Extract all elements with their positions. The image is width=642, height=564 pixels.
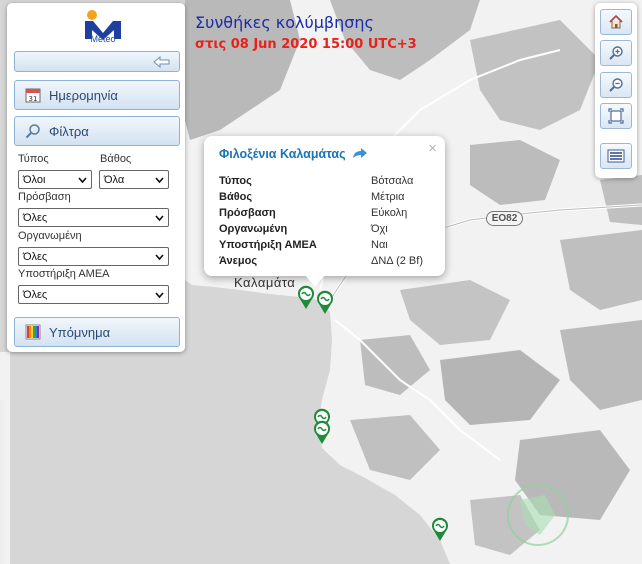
filter-access-select[interactable]: Όλες [18, 208, 169, 227]
date-button-label: Ημερομηνία [49, 87, 118, 103]
popup-row: Υποστήριξη ΑΜΕΑ Ναι [219, 239, 433, 254]
share-arrow-icon [353, 148, 368, 158]
filter-organized-value: Όλες [23, 250, 48, 263]
calendar-icon: 31 [25, 88, 41, 103]
legend-button-label: Υπόμνημα [49, 324, 111, 340]
popup-row-value: Μέτρια [371, 191, 405, 203]
filter-type-label: Τύπος [18, 153, 49, 165]
beach-marker[interactable] [431, 517, 449, 541]
map-toolbar [595, 3, 637, 178]
popup-row: Άνεμος ΔΝΔ (2 Bf) [219, 255, 433, 270]
chevron-down-icon [155, 254, 164, 261]
fullscreen-icon [608, 108, 624, 124]
popup-row: Τύπος Βότσαλα [219, 175, 433, 190]
filter-depth-select[interactable]: Όλα [99, 170, 169, 189]
popup-row-key: Άνεμος [219, 255, 258, 267]
home-button[interactable] [600, 9, 632, 35]
zoom-out-icon [609, 78, 623, 92]
popup-row-key: Οργανωμένη [219, 223, 288, 235]
legend-icon [25, 324, 41, 340]
popup-tip [305, 275, 325, 287]
filter-access-label: Πρόσβαση [18, 191, 71, 203]
filter-amea-label: Υποστήριξη ΑΜΕΑ [18, 268, 110, 280]
popup-row-key: Πρόσβαση [219, 207, 276, 219]
svg-text:31: 31 [29, 95, 38, 103]
zoom-in-icon [609, 46, 623, 60]
filter-organized-select[interactable]: Όλες [18, 247, 169, 266]
popup-row-value: Βότσαλα [371, 175, 414, 187]
filter-depth-label: Βάθος [100, 153, 132, 165]
home-icon [609, 14, 623, 29]
popup-row-key: Τύπος [219, 175, 252, 187]
sidebar-panel: Meteo 31 Ημερομηνία Φίλτρα Τύπος Βάθος Ό… [7, 3, 185, 352]
map-subtitle: στις 08 Jun 2020 15:00 UTC+3 [195, 37, 417, 52]
popup-row-value: Ναι [371, 239, 388, 251]
chevron-down-icon [155, 177, 164, 184]
chevron-down-icon [155, 292, 164, 299]
map-title: Συνθήκες κολύμβησης [195, 13, 374, 32]
arrow-left-icon [153, 55, 170, 68]
date-button[interactable]: 31 Ημερομηνία [14, 80, 180, 110]
filter-amea-value: Όλες [23, 288, 48, 301]
filter-type-select[interactable]: Όλοι [18, 170, 92, 189]
filter-access-value: Όλες [23, 211, 48, 224]
popup-row-value: ΔΝΔ (2 Bf) [371, 255, 423, 267]
popup-row: Οργανωμένη Όχι [219, 223, 433, 238]
beach-marker[interactable] [297, 285, 315, 309]
popup-title-text: Φιλοξένια Καλαμάτας [219, 147, 346, 161]
popup-title[interactable]: Φιλοξένια Καλαμάτας [219, 147, 368, 161]
collapse-sidebar-button[interactable] [14, 51, 180, 72]
fullscreen-button[interactable] [600, 103, 632, 129]
popup-row-value: Εύκολη [371, 207, 408, 219]
filter-organized-label: Οργανωμένη [18, 230, 82, 242]
popup-row: Πρόσβαση Εύκολη [219, 207, 433, 222]
logo-text: Meteo [90, 34, 116, 44]
close-icon[interactable]: × [428, 140, 437, 157]
beach-info-popup: × Φιλοξένια Καλαμάτας Τύπος Βότσαλα Βάθο… [204, 136, 445, 276]
popup-row-key: Βάθος [219, 191, 253, 203]
beach-marker[interactable] [316, 290, 334, 314]
search-icon [25, 124, 40, 139]
filter-depth-value: Όλα [104, 173, 125, 186]
popup-row: Βάθος Μέτρια [219, 191, 433, 206]
place-label: Καλαμάτα [234, 275, 296, 290]
chevron-down-icon [78, 177, 87, 184]
filter-amea-select[interactable]: Όλες [18, 285, 169, 304]
zoom-out-button[interactable] [600, 72, 632, 98]
popup-row-value: Όχι [371, 223, 388, 235]
layers-list-button[interactable] [600, 143, 632, 169]
filter-type-value: Όλοι [23, 173, 46, 186]
beach-marker[interactable] [313, 420, 331, 444]
legend-button[interactable]: Υπόμνημα [14, 317, 180, 347]
list-icon [607, 149, 625, 163]
zoom-in-button[interactable] [600, 40, 632, 66]
filters-button[interactable]: Φίλτρα [14, 116, 180, 146]
road-label: ΕΟ82 [486, 211, 523, 226]
popup-row-key: Υποστήριξη ΑΜΕΑ [219, 239, 317, 251]
chevron-down-icon [155, 215, 164, 222]
filters-button-label: Φίλτρα [49, 123, 89, 139]
